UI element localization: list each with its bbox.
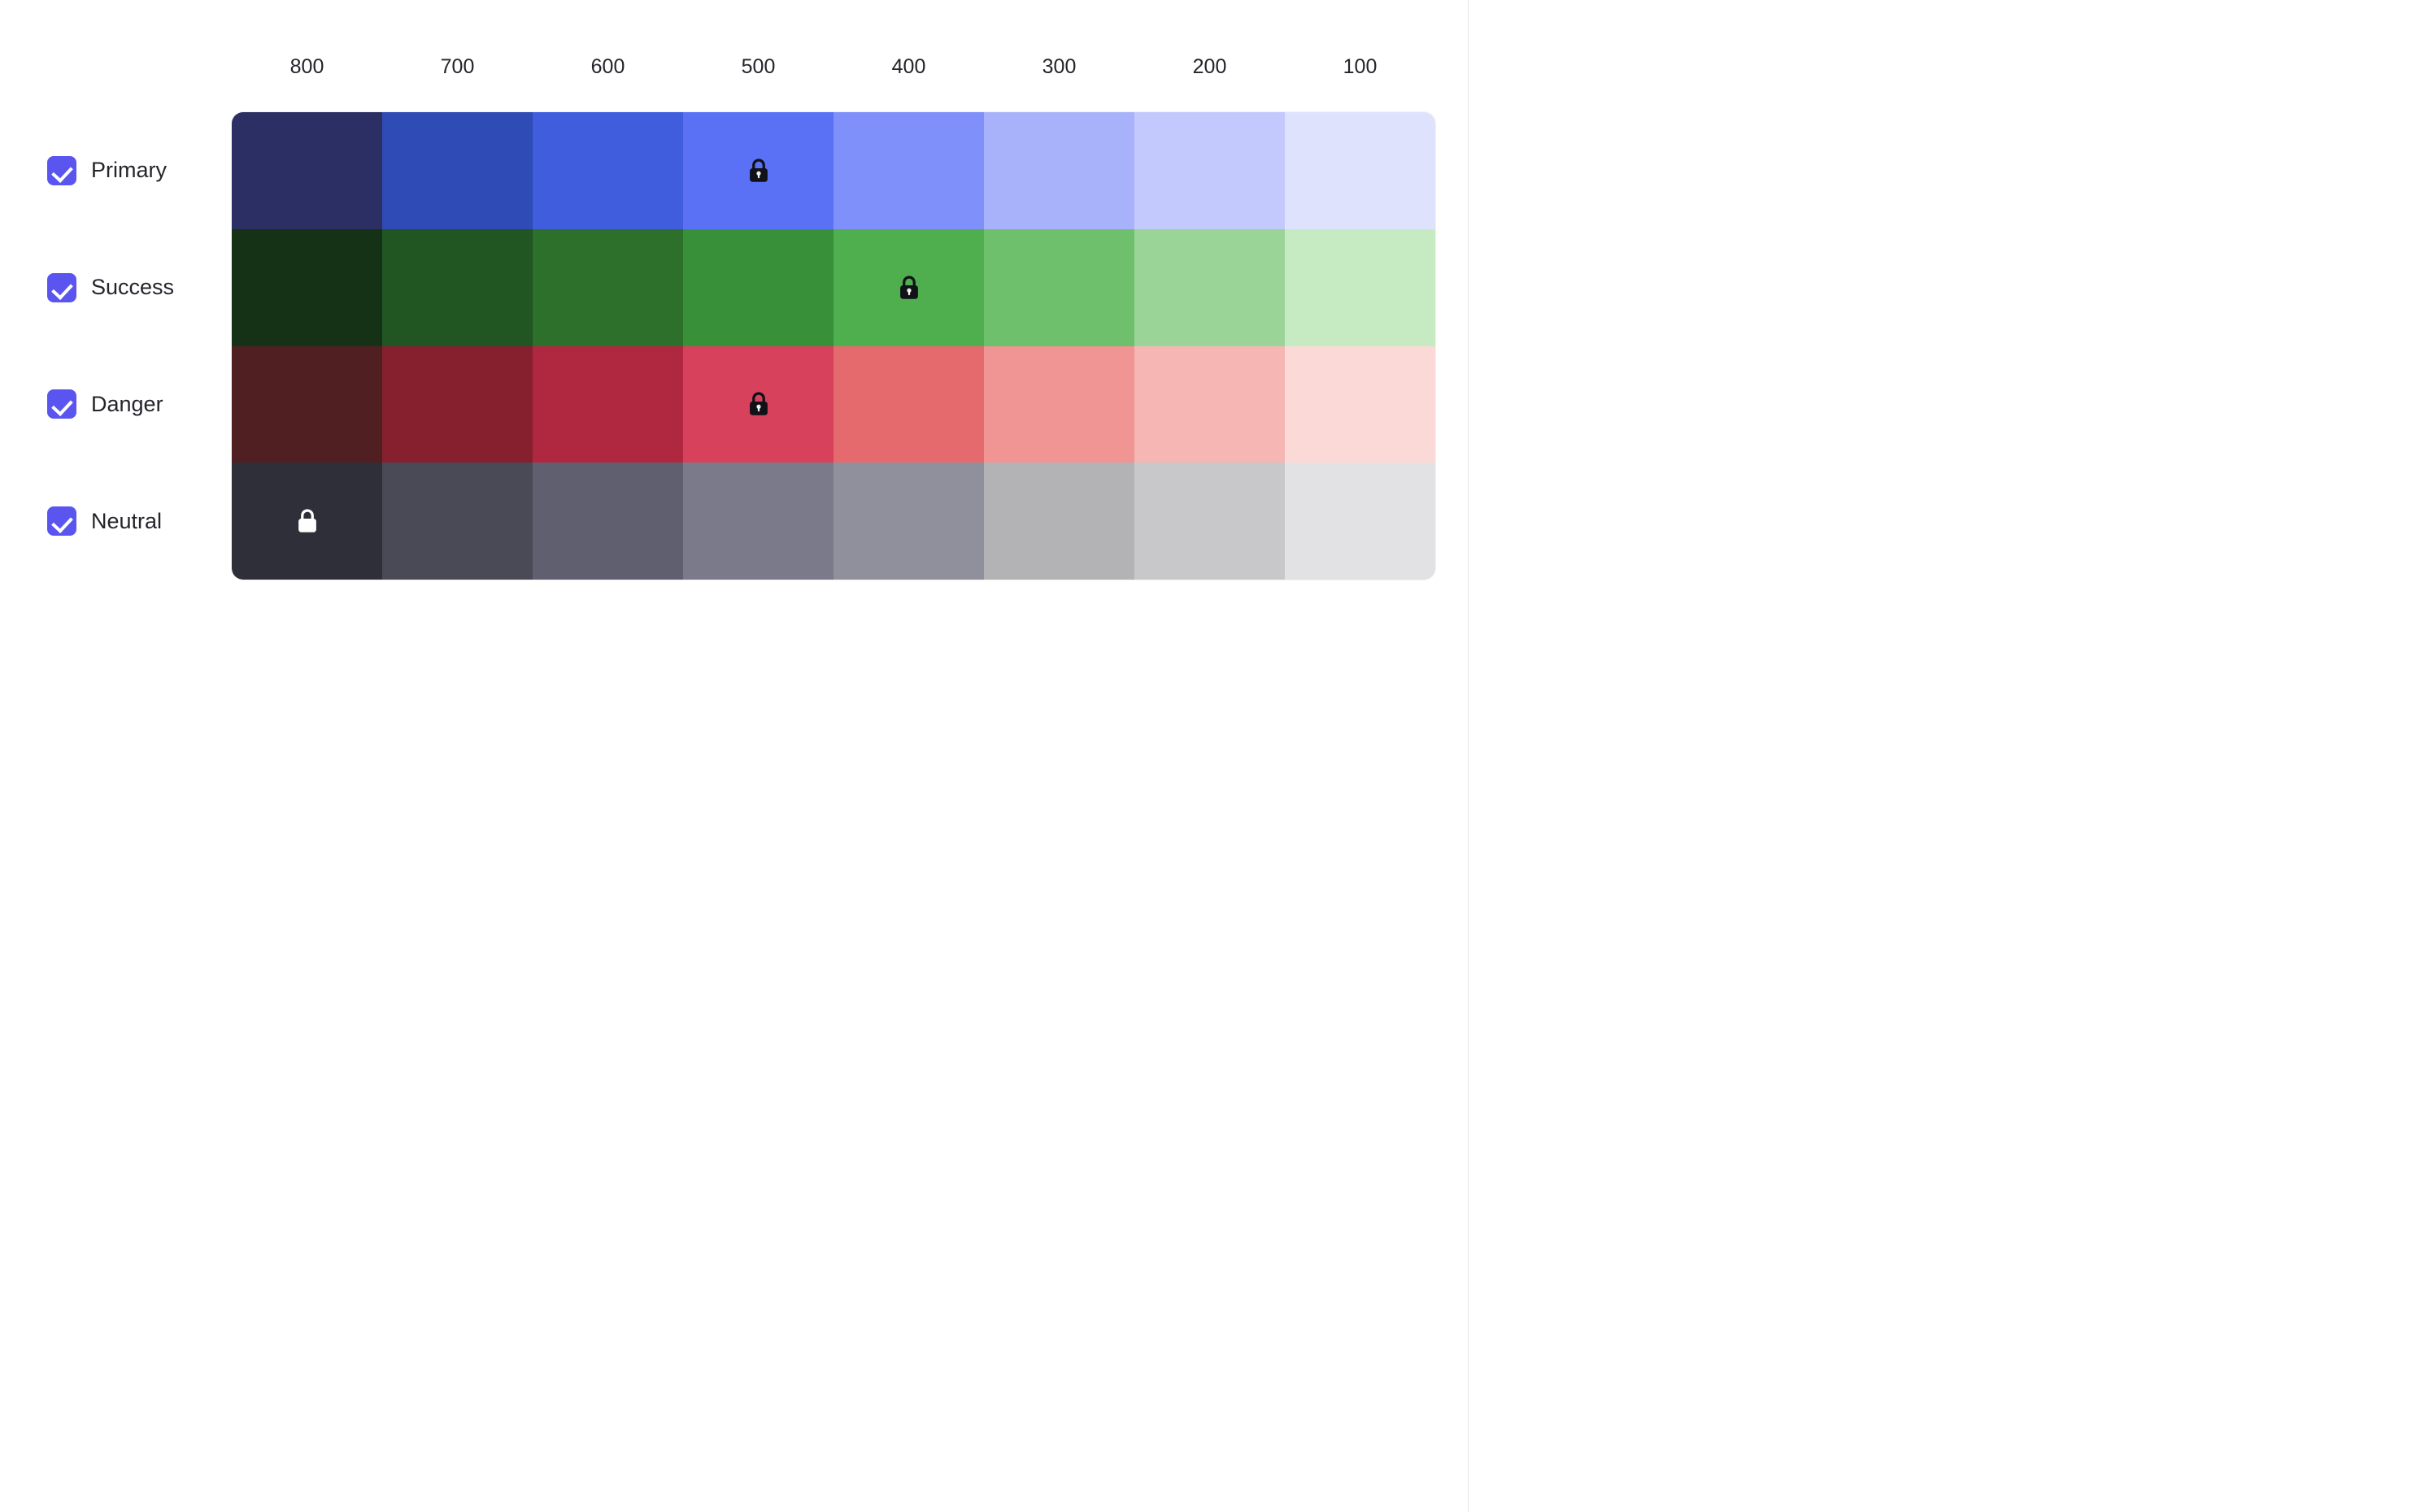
color-swatch[interactable]: [984, 112, 1134, 229]
color-swatch[interactable]: [1285, 346, 1435, 463]
color-swatch[interactable]: [1285, 229, 1435, 346]
controls-panel: Shades 8 Lightness LinearEase in-outEase…: [1469, 0, 2420, 1512]
color-swatch[interactable]: [382, 112, 533, 229]
color-swatch[interactable]: [232, 229, 382, 346]
color-swatch[interactable]: [984, 463, 1134, 580]
shade-column-header: 300: [984, 50, 1134, 83]
palette-row-checkbox-success[interactable]: [47, 273, 76, 302]
color-swatch[interactable]: [232, 112, 382, 229]
color-swatch-grid: [232, 112, 1435, 580]
palette-row-label-danger: Danger: [47, 346, 230, 463]
color-swatch[interactable]: [533, 229, 683, 346]
color-row-success: [232, 229, 1435, 346]
palette-row-label-primary: Primary: [47, 112, 230, 229]
palette-row-name: Neutral: [91, 509, 162, 534]
shade-column-header: 200: [1134, 50, 1285, 83]
color-swatch[interactable]: [834, 112, 984, 229]
palette-row-label-neutral: Neutral: [47, 463, 230, 580]
palette-row-checkbox-primary[interactable]: [47, 156, 76, 185]
color-row-danger: [232, 346, 1435, 463]
color-row-neutral: [232, 463, 1435, 580]
color-swatch[interactable]: [533, 112, 683, 229]
lock-icon[interactable]: [746, 390, 771, 418]
color-swatch[interactable]: [382, 229, 533, 346]
color-swatch[interactable]: [1134, 346, 1285, 463]
palette-row-label-success: Success: [47, 229, 230, 346]
color-swatch[interactable]: [683, 463, 834, 580]
palette-row-name: Success: [91, 275, 174, 300]
shade-column-header: 800: [232, 50, 382, 83]
color-swatch[interactable]: [834, 229, 984, 346]
color-swatch[interactable]: [984, 229, 1134, 346]
color-swatch[interactable]: [984, 346, 1134, 463]
palette-row-labels: Primary Success Danger Neutral: [47, 112, 230, 580]
palette-row-name: Danger: [91, 392, 163, 417]
color-swatch[interactable]: [1134, 229, 1285, 346]
lock-icon[interactable]: [897, 274, 921, 302]
shade-column-header: 700: [382, 50, 533, 83]
palette-preview-panel: 800700600500400300200100 Primary Success D…: [0, 0, 1469, 1512]
palette-row-checkbox-neutral[interactable]: [47, 506, 76, 536]
shade-column-headers: 800700600500400300200100: [232, 50, 1435, 83]
color-swatch[interactable]: [1285, 112, 1435, 229]
color-palette-generator: 800700600500400300200100 Primary Success D…: [0, 0, 2420, 1512]
color-swatch[interactable]: [683, 112, 834, 229]
color-swatch[interactable]: [382, 346, 533, 463]
color-swatch[interactable]: [232, 346, 382, 463]
lock-icon[interactable]: [295, 507, 320, 535]
color-swatch[interactable]: [533, 463, 683, 580]
color-swatch[interactable]: [232, 463, 382, 580]
shade-column-header: 400: [834, 50, 984, 83]
lock-icon[interactable]: [746, 157, 771, 185]
color-swatch[interactable]: [1285, 463, 1435, 580]
color-swatch[interactable]: [533, 346, 683, 463]
shade-column-header: 600: [533, 50, 683, 83]
color-swatch[interactable]: [1134, 463, 1285, 580]
palette-row-name: Primary: [91, 158, 167, 183]
shade-column-header: 100: [1285, 50, 1435, 83]
shade-column-header: 500: [683, 50, 834, 83]
color-swatch[interactable]: [382, 463, 533, 580]
color-swatch[interactable]: [683, 346, 834, 463]
color-swatch[interactable]: [683, 229, 834, 346]
color-swatch[interactable]: [834, 463, 984, 580]
color-swatch[interactable]: [834, 346, 984, 463]
color-row-primary: [232, 112, 1435, 229]
palette-row-checkbox-danger[interactable]: [47, 389, 76, 419]
color-swatch[interactable]: [1134, 112, 1285, 229]
